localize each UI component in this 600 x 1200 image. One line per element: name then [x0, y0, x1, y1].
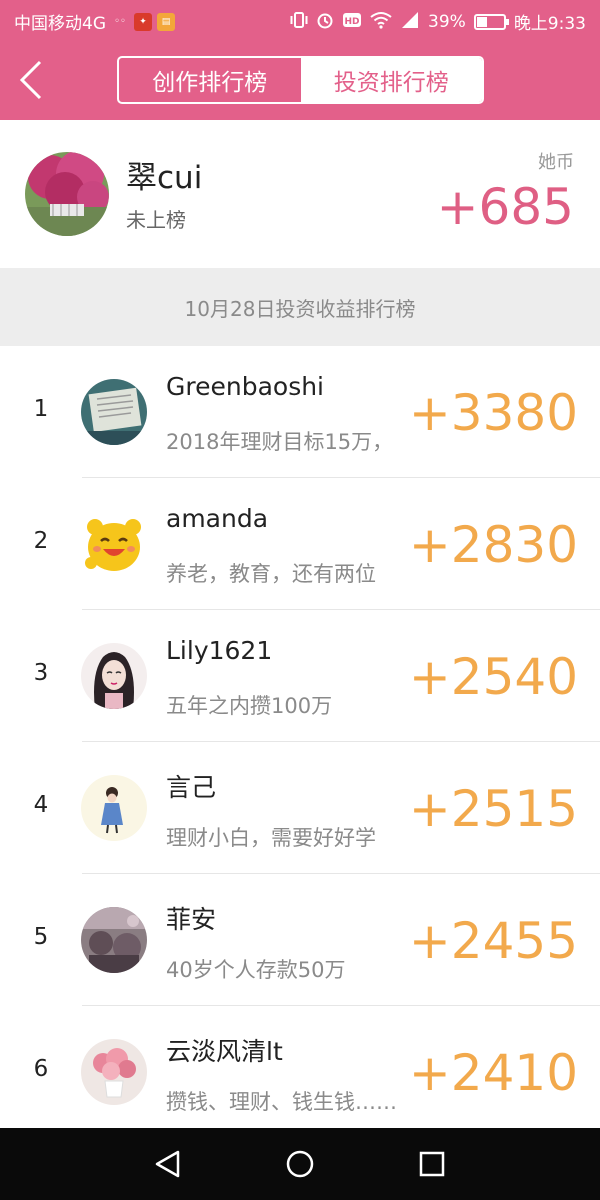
nav-recents-button[interactable]: [412, 1144, 452, 1184]
nav-home-button[interactable]: [280, 1144, 320, 1184]
status-bar: 中国移动4G ◦◦ ✦ ▤ HD 39% 晚上9:33: [0, 0, 600, 40]
user-bio: 五年之内攒100万: [166, 694, 333, 718]
ranking-section-header: 10月28日投资收益排行榜: [0, 268, 600, 346]
my-rank-status: 未上榜: [126, 208, 186, 232]
score: +2455: [408, 912, 578, 970]
ranking-row-1[interactable]: 1 Greenbaoshi 2018年理财目标15万， +3380: [0, 346, 600, 478]
svg-text:HD: HD: [345, 17, 360, 27]
ranking-row-3[interactable]: 3 Lily1621 五年之内攒100万 +2540: [0, 610, 600, 742]
rank-number: 6: [33, 1056, 49, 1082]
clock: 晚上9:33: [513, 14, 586, 34]
ranking-segmented-control: 创作排行榜 投资排行榜: [117, 56, 484, 104]
user-avatar-image: [81, 907, 147, 973]
ranking-section-title: 10月28日投资收益排行榜: [184, 296, 416, 321]
user-bio: 养老，教育，还有两位: [166, 562, 376, 586]
avatar[interactable]: [25, 152, 109, 236]
avatar[interactable]: [81, 775, 147, 841]
username: 云淡风清lt: [166, 1037, 283, 1066]
toutiao-app-icon: ✦: [134, 12, 152, 31]
battery-percent: 39%: [428, 11, 466, 32]
chevron-left-icon: [19, 60, 42, 100]
flowers-avatar-image: [81, 1039, 147, 1105]
system-navigation-bar: [0, 1128, 600, 1200]
signal-icon: [400, 11, 420, 33]
user-avatar-image: [81, 379, 147, 445]
avatar[interactable]: [81, 643, 147, 709]
score: +2830: [408, 516, 578, 574]
triangle-back-icon: [155, 1150, 180, 1178]
ranking-row-4[interactable]: 4 言己 理财小白，需要好好学 +2515: [0, 742, 600, 874]
alarm-icon: [316, 11, 334, 33]
score: +2515: [408, 780, 578, 838]
my-avatar-image: [25, 152, 109, 236]
user-bio: 2018年理财目标15万，: [166, 430, 394, 454]
ranking-row-5[interactable]: 5 菲安 40岁个人存款50万 +2455: [0, 874, 600, 1006]
score: +2410: [408, 1044, 578, 1102]
ranking-list: 1 Greenbaoshi 2018年理财目标15万， +3380 2 aman…: [0, 346, 600, 1128]
tab-creation-ranking[interactable]: 创作排行榜: [119, 58, 301, 102]
status-right: HD 39% 晚上9:33: [290, 9, 586, 34]
my-username: 翠cui: [126, 160, 203, 196]
currency-unit-label: 她币: [538, 152, 574, 173]
back-button[interactable]: [16, 56, 52, 102]
vibrate-icon: [290, 11, 308, 33]
avatar[interactable]: [81, 1039, 147, 1105]
wifi-icon: [370, 11, 392, 33]
nav-back-button[interactable]: [148, 1144, 188, 1184]
score: +3380: [408, 384, 578, 442]
username: Greenbaoshi: [166, 372, 325, 401]
user-avatar-image: [81, 643, 147, 709]
carrier-label: 中国移动4G: [14, 14, 106, 34]
user-bio: 40岁个人存款50万: [166, 958, 346, 982]
app-header: 中国移动4G ◦◦ ✦ ▤ HD 39% 晚上9:33 创作排行榜 投资排行榜: [0, 0, 600, 120]
username: amanda: [166, 504, 269, 533]
user-avatar-image: [81, 775, 147, 841]
cartoon-avatar-image: [81, 511, 147, 577]
rank-number: 2: [33, 528, 49, 554]
user-bio: 理财小白，需要好好学: [166, 826, 376, 850]
avatar[interactable]: [81, 511, 147, 577]
avatar[interactable]: [81, 907, 147, 973]
ranking-row-2[interactable]: 2 amanda 养老，教育，还有两位 +2830: [0, 478, 600, 610]
hd-icon: HD: [342, 11, 362, 33]
user-bio: 攒钱、理财、钱生钱……: [166, 1090, 397, 1114]
square-recents-icon: [419, 1151, 445, 1177]
my-rank-card: 翠cui 未上榜 她币 +685: [0, 120, 600, 268]
circle-home-icon: [286, 1150, 314, 1178]
score: +2540: [408, 648, 578, 706]
status-left: 中国移动4G ◦◦ ✦ ▤: [14, 9, 175, 34]
battery-level: [476, 16, 487, 27]
rank-number: 3: [33, 660, 49, 686]
ranking-row-6[interactable]: 6 云淡风清lt 攒钱、理财、钱生钱…… +2410: [0, 1006, 600, 1128]
username: 菲安: [166, 905, 217, 934]
username: Lily1621: [166, 636, 273, 665]
tab-investment-ranking[interactable]: 投资排行榜: [300, 58, 482, 102]
notification-icon: ◦◦: [114, 15, 126, 27]
my-score: +685: [436, 178, 574, 236]
rank-number: 1: [33, 396, 49, 422]
username: 言己: [166, 773, 217, 802]
avatar[interactable]: [81, 379, 147, 445]
battery-icon: [473, 13, 509, 30]
rank-number: 4: [33, 792, 49, 818]
app-icon: ▤: [157, 12, 175, 31]
rank-number: 5: [33, 924, 49, 950]
